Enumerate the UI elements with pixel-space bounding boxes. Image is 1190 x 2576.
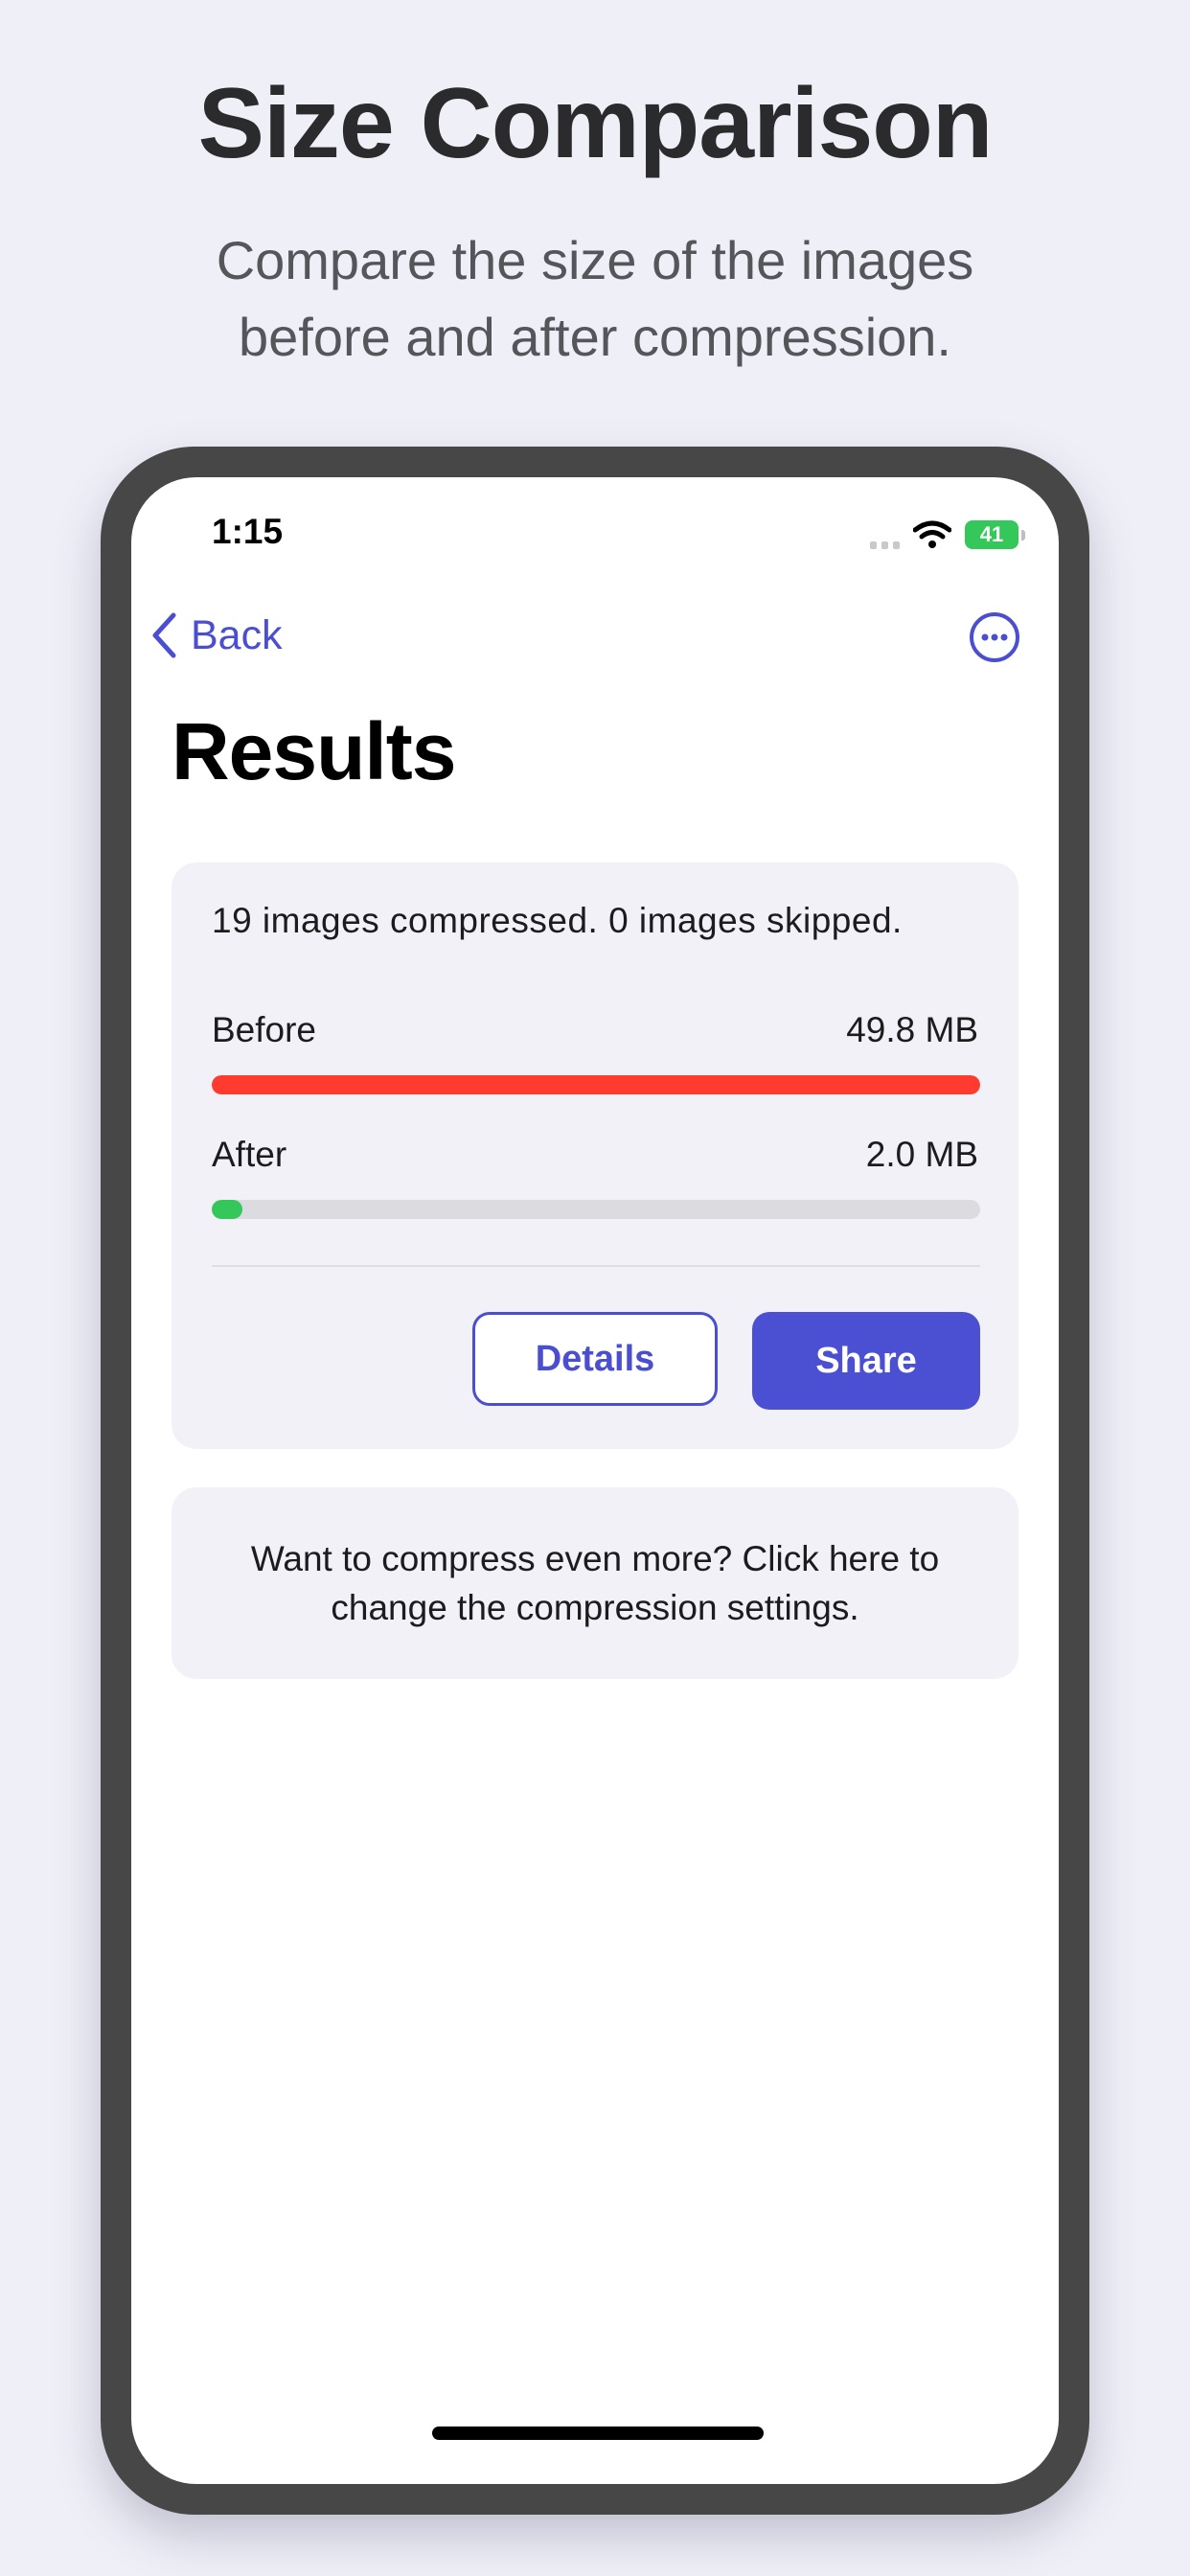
phone-frame: 1:15 41 Back Results 19 images compresse…	[101, 447, 1089, 2515]
after-size: 2.0 MB	[865, 1135, 978, 1174]
promo-text: Want to compress even more? Click here t…	[250, 1539, 940, 1627]
after-bar	[212, 1200, 980, 1219]
details-button[interactable]: Details	[472, 1312, 718, 1406]
after-label: After	[212, 1135, 287, 1174]
back-button[interactable]: Back	[150, 611, 283, 659]
before-bar	[212, 1075, 980, 1094]
compression-settings-link[interactable]: Want to compress even more? Click here t…	[172, 1487, 1018, 1679]
card-divider	[212, 1265, 980, 1267]
before-label: Before	[212, 1010, 317, 1049]
marketing-headline: Size Comparison	[197, 68, 994, 179]
battery-level: 41	[979, 522, 1004, 546]
after-bar-fill	[212, 1200, 243, 1219]
status-time: 1:15	[212, 512, 284, 551]
more-options-icon[interactable]	[969, 611, 1020, 663]
cellular-signal-icon	[870, 520, 900, 549]
before-bar-fill	[212, 1075, 980, 1094]
status-indicators: 41	[870, 518, 1025, 552]
before-size: 49.8 MB	[846, 1010, 978, 1049]
results-summary: 19 images compressed. 0 images skipped.	[212, 901, 903, 940]
chevron-left-icon	[152, 612, 176, 658]
share-button[interactable]: Share	[752, 1312, 980, 1410]
wifi-icon	[913, 520, 951, 548]
phone-screen: 1:15 41 Back Results 19 images compresse…	[131, 477, 1059, 2484]
page-title: Results	[172, 706, 456, 796]
back-label: Back	[191, 611, 283, 658]
battery-icon: 41	[965, 520, 1025, 549]
results-card: 19 images compressed. 0 images skipped. …	[172, 862, 1018, 1449]
home-indicator	[432, 2426, 764, 2440]
marketing-subline: Compare the size of the images before an…	[216, 230, 974, 367]
